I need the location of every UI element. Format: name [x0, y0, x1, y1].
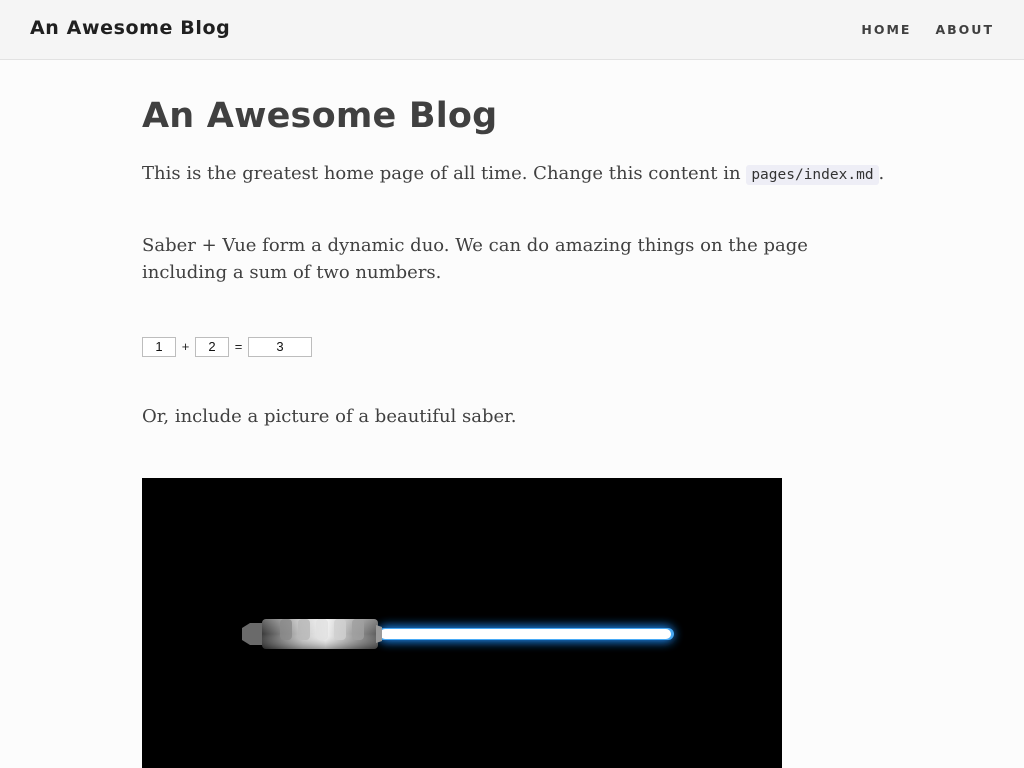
- first-number-input[interactable]: [142, 336, 176, 357]
- lightsaber-illustration: [142, 478, 782, 768]
- duo-paragraph: Saber + Vue form a dynamic duo. We can d…: [142, 235, 808, 283]
- plus-sign: +: [181, 339, 190, 354]
- second-number-input[interactable]: [195, 336, 229, 357]
- intro-text: This is the greatest home page of all ti…: [142, 163, 747, 184]
- picture-paragraph: Or, include a picture of a beautiful sab…: [142, 406, 517, 427]
- saber-blade: [378, 626, 674, 642]
- equals-sign: =: [234, 339, 243, 354]
- saber-hilt: [242, 619, 382, 649]
- sum-widget: + =: [142, 336, 312, 357]
- intro-end: .: [878, 163, 885, 184]
- page-title: An Awesome Blog: [142, 96, 498, 136]
- nav-link-home[interactable]: HOME: [861, 22, 911, 37]
- intro-paragraph: This is the greatest home page of all ti…: [142, 160, 884, 189]
- nav-links: HOME ABOUT: [861, 22, 994, 37]
- navbar: An Awesome Blog HOME ABOUT: [0, 0, 1024, 60]
- image-background: [142, 478, 782, 768]
- sum-result-field[interactable]: [248, 336, 312, 357]
- nav-link-about[interactable]: ABOUT: [935, 22, 994, 37]
- saber-image: [142, 478, 782, 768]
- inline-code: pages/index.md: [746, 165, 879, 185]
- brand-link[interactable]: An Awesome Blog: [30, 17, 230, 39]
